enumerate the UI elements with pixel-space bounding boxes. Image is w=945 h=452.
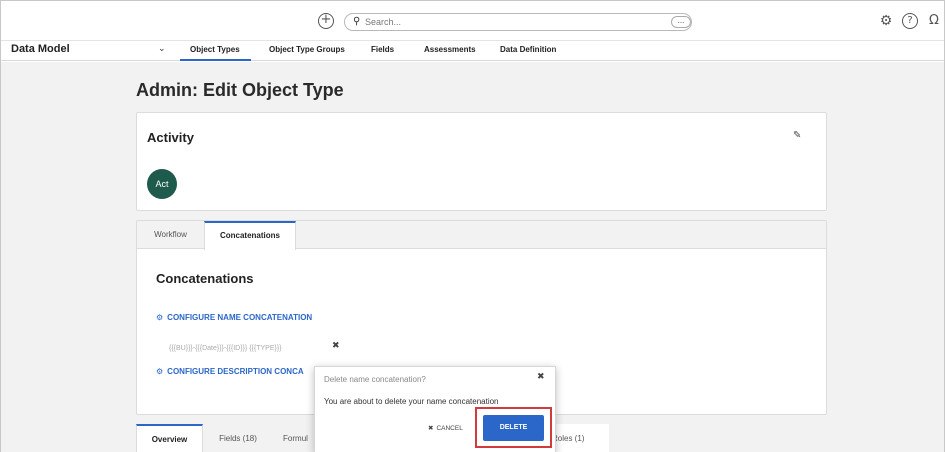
tab-overview[interactable]: Overview	[136, 424, 203, 452]
gear-icon: ⚙	[156, 367, 164, 376]
pencil-icon[interactable]: ✎	[793, 130, 801, 141]
nav-tab-assessments[interactable]: Assessments	[424, 45, 476, 54]
close-icon[interactable]: ✖	[537, 372, 545, 382]
nav-tab-fields[interactable]: Fields	[371, 45, 394, 54]
configure-description-label: CONFIGURE DESCRIPTION CONCA	[167, 367, 304, 376]
top-bar: + ⚲ ... ⚙ ? Ω	[1, 1, 944, 41]
question-icon[interactable]: ?	[902, 13, 918, 29]
configure-name-label: CONFIGURE NAME CONCATENATION	[167, 313, 313, 322]
upper-tab-strip: Workflow Concatenations	[137, 221, 826, 250]
tab-fields[interactable]: Fields (18)	[203, 424, 273, 452]
search-icon: ⚲	[353, 16, 361, 27]
nav-tab-object-type-groups[interactable]: Object Type Groups	[269, 45, 345, 54]
configure-name-concatenation-link[interactable]: ⚙ CONFIGURE NAME CONCATENATION	[156, 313, 312, 322]
active-tab-indicator	[180, 59, 251, 61]
object-name: Activity	[147, 130, 194, 145]
configure-description-concatenation-link[interactable]: ⚙ CONFIGURE DESCRIPTION CONCA	[156, 367, 304, 376]
search-options-button[interactable]: ...	[671, 16, 691, 28]
nav-tab-object-types[interactable]: Object Types	[190, 45, 240, 54]
chevron-down-icon[interactable]: ⌄	[158, 44, 166, 54]
user-icon[interactable]: Ω	[926, 13, 942, 29]
nav-bar: Data Model ⌄ Object Types Object Type Gr…	[1, 41, 944, 61]
search-input[interactable]	[365, 15, 665, 29]
tab-workflow[interactable]: Workflow	[137, 221, 204, 249]
search-bar[interactable]: ⚲ ...	[344, 13, 692, 31]
tab-formulas[interactable]: Formul	[273, 424, 318, 452]
cancel-button[interactable]: ✖ CANCEL	[428, 424, 463, 432]
cancel-label: CANCEL	[436, 425, 463, 432]
gear-icon[interactable]: ⚙	[878, 13, 894, 29]
dialog-title: Delete name concatenation?	[324, 375, 426, 384]
close-icon[interactable]: ✖	[332, 341, 340, 351]
dialog-message: You are about to delete your name concat…	[324, 397, 499, 406]
delete-button[interactable]: DELETE	[483, 415, 544, 441]
object-header-card: Activity ✎ Act	[136, 112, 827, 211]
gear-icon: ⚙	[156, 313, 164, 322]
close-icon: ✖	[428, 424, 434, 432]
app-name: Data Model	[11, 43, 70, 55]
avatar: Act	[147, 169, 177, 199]
nav-tab-data-definition[interactable]: Data Definition	[500, 45, 556, 54]
page-title: Admin: Edit Object Type	[136, 80, 344, 100]
section-title: Concatenations	[156, 271, 254, 286]
name-concatenation-value: {{{BU}}}-{{{Date}}}-{{{ID}}} {{{TYPE}}}	[169, 345, 282, 352]
tab-concatenations[interactable]: Concatenations	[204, 221, 296, 250]
plus-circle-icon[interactable]: +	[318, 13, 334, 29]
